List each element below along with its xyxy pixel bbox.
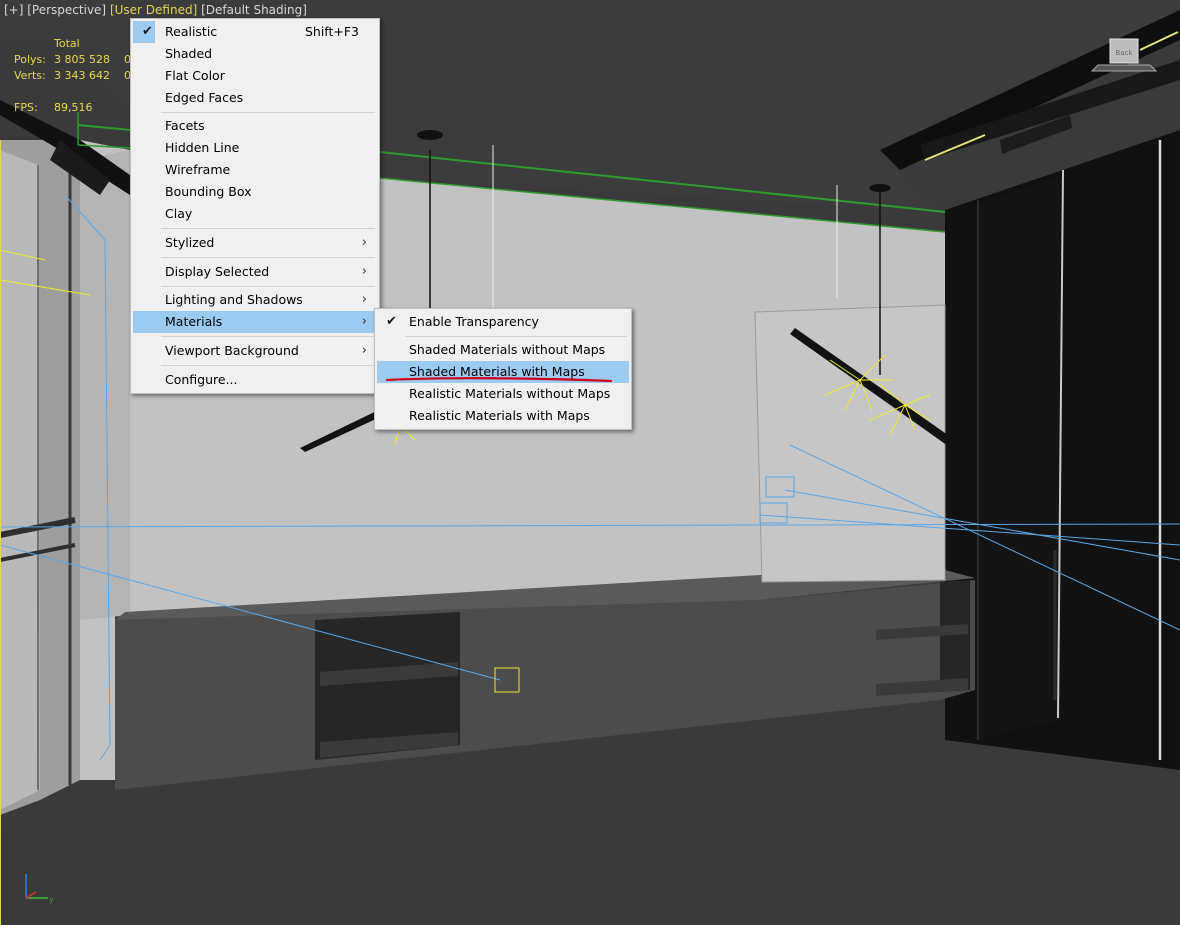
menu-item-realistic[interactable]: ✔ Realistic Shift+F3 [133,21,377,43]
menu-item-label: Configure... [165,372,238,387]
viewcube-icon[interactable]: Back [1090,35,1160,75]
menu-item-stylized[interactable]: Stylized › [133,232,377,254]
menu-item-flat-color[interactable]: Flat Color [133,65,377,87]
menu-separator [161,257,375,258]
viewport-shading-mode-menu[interactable]: [User Defined] [110,3,197,17]
menu-item-label: Hidden Line [165,140,240,155]
menu-item-configure[interactable]: Configure... [133,369,377,391]
chevron-right-icon: › [361,235,367,250]
menu-item-label: Facets [165,118,205,133]
verts-value: 3 343 642 [54,69,110,82]
menu-item-label: Wireframe [165,162,231,177]
submenu-item-realistic-materials-without-maps[interactable]: Realistic Materials without Maps [377,383,629,405]
viewport-shading-preset-menu[interactable]: [Default Shading] [201,3,307,17]
fps-label: FPS: [14,101,38,114]
chevron-right-icon: › [361,343,367,358]
menu-item-bounding-box[interactable]: Bounding Box [133,181,377,203]
menu-separator [161,228,375,229]
menu-item-materials[interactable]: Materials › [133,311,377,333]
viewport-statistics: Total Polys: 3 805 528 0 Verts: 3 343 64… [14,36,131,116]
submenu-item-realistic-materials-with-maps[interactable]: Realistic Materials with Maps [377,405,629,427]
stats-header: Total [54,37,80,50]
viewport-pov-menu[interactable]: [Perspective] [27,3,106,17]
menu-item-label: Edged Faces [165,90,244,105]
menu-item-label: Flat Color [165,68,225,83]
chevron-right-icon: › [361,292,367,307]
shading-context-menu: ✔ Realistic Shift+F3 Shaded Flat Color E… [130,18,380,394]
menu-item-label: Enable Transparency [409,314,539,329]
menu-item-shaded[interactable]: Shaded [133,43,377,65]
menu-item-lighting-and-shadows[interactable]: Lighting and Shadows › [133,289,377,311]
menu-item-edged-faces[interactable]: Edged Faces [133,87,377,109]
axis-tripod-icon: y [25,874,54,904]
viewport-label-bar: [+] [Perspective] [User Defined] [Defaul… [4,3,307,17]
verts-label: Verts: [14,69,46,82]
menu-item-label: Shaded Materials without Maps [409,342,606,357]
polys-label: Polys: [14,53,46,66]
menu-item-clay[interactable]: Clay [133,203,377,225]
menu-item-hidden-line[interactable]: Hidden Line [133,137,377,159]
menu-item-label: Display Selected [165,264,270,279]
annotation-underline [385,377,613,383]
materials-submenu: ✔ Enable Transparency Shaded Materials w… [374,308,632,430]
fps-value: 89,516 [54,101,93,114]
menu-separator [405,336,627,337]
menu-separator [161,365,375,366]
submenu-item-shaded-materials-without-maps[interactable]: Shaded Materials without Maps [377,339,629,361]
menu-separator [161,336,375,337]
menu-item-label: Stylized [165,235,215,250]
menu-item-label: Realistic Materials without Maps [409,386,611,401]
menu-item-label: Realistic [165,24,218,39]
menu-item-shortcut: Shift+F3 [304,24,359,39]
menu-item-label: Shaded [165,46,213,61]
menu-separator [161,112,375,113]
menu-item-label: Lighting and Shadows [165,292,303,307]
menu-separator [161,286,375,287]
chevron-right-icon: › [361,264,367,279]
polys-value: 3 805 528 [54,53,110,66]
menu-item-wireframe[interactable]: Wireframe [133,159,377,181]
menu-item-label: Bounding Box [165,184,252,199]
menu-item-label: Viewport Background [165,343,299,358]
menu-item-label: Realistic Materials with Maps [409,408,590,423]
menu-item-facets[interactable]: Facets [133,115,377,137]
check-icon: ✔ [386,314,397,329]
check-icon: ✔ [142,24,153,39]
menu-item-label: Clay [165,206,193,221]
chevron-right-icon: › [361,314,367,329]
svg-text:Back: Back [1116,49,1134,57]
menu-item-label: Materials [165,314,223,329]
menu-item-display-selected[interactable]: Display Selected › [133,261,377,283]
menu-item-viewport-background[interactable]: Viewport Background › [133,340,377,362]
svg-text:y: y [49,895,54,904]
viewport-plus-menu[interactable]: [+] [4,3,23,17]
submenu-item-enable-transparency[interactable]: ✔ Enable Transparency [377,311,629,333]
